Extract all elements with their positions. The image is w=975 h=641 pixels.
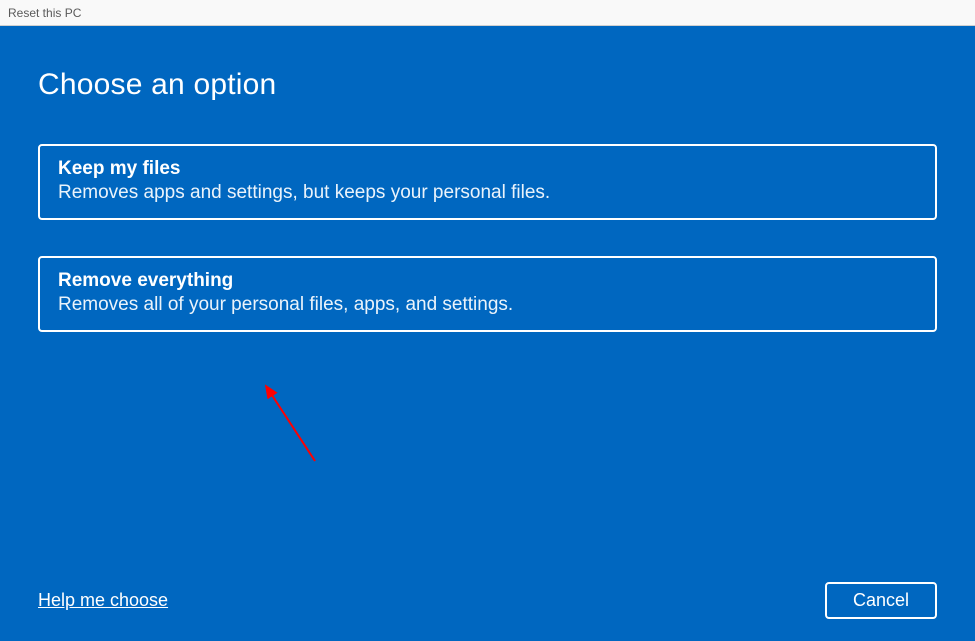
help-me-choose-link[interactable]: Help me choose	[38, 590, 168, 611]
option-title: Remove everything	[58, 270, 917, 292]
annotation-arrow-icon	[260, 376, 340, 466]
option-title: Keep my files	[58, 158, 917, 180]
option-description: Removes all of your personal files, apps…	[58, 294, 917, 316]
main-panel: Choose an option Keep my files Removes a…	[0, 26, 975, 641]
option-remove-everything[interactable]: Remove everything Removes all of your pe…	[38, 256, 937, 332]
cancel-button[interactable]: Cancel	[825, 582, 937, 619]
option-keep-my-files[interactable]: Keep my files Removes apps and settings,…	[38, 144, 937, 220]
option-description: Removes apps and settings, but keeps you…	[58, 182, 917, 204]
page-title: Choose an option	[38, 68, 937, 102]
window-title: Reset this PC	[8, 6, 81, 20]
window-titlebar: Reset this PC	[0, 0, 975, 26]
bottom-bar: Help me choose Cancel	[38, 582, 937, 619]
